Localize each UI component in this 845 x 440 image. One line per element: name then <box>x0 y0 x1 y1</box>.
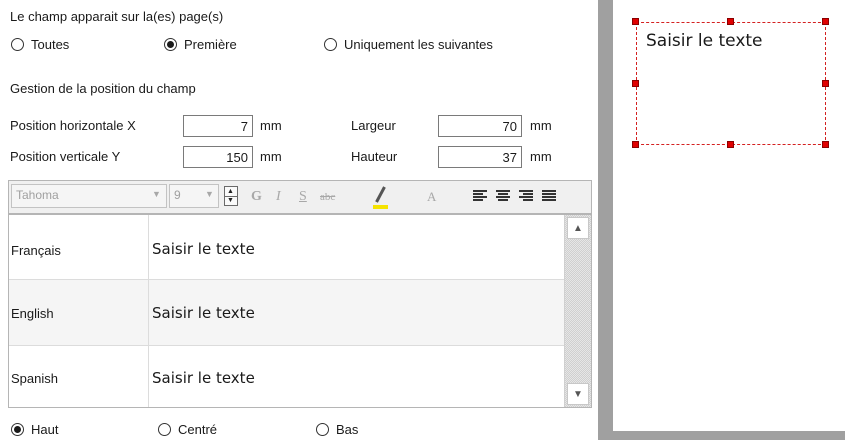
radio-circle <box>11 423 24 436</box>
horizontal-unit: mm <box>260 118 282 133</box>
column-divider <box>148 215 149 279</box>
vertical-position-label: Position verticale Y <box>10 149 121 164</box>
position-heading: Gestion de la position du champ <box>10 81 196 96</box>
vertical-position-input[interactable]: 150 <box>183 146 253 168</box>
column-divider <box>148 346 149 407</box>
radio-circle <box>316 423 329 436</box>
column-divider <box>148 280 149 345</box>
radio-first-page[interactable]: Première <box>164 37 237 52</box>
width-label: Largeur <box>351 118 396 133</box>
resize-handle-top[interactable] <box>727 18 734 25</box>
align-justify-icon[interactable] <box>542 190 556 202</box>
resize-handle-bottom-right[interactable] <box>822 141 829 148</box>
text-cell[interactable]: Saisir le texte <box>152 240 255 258</box>
resize-handle-right[interactable] <box>822 80 829 87</box>
height-unit: mm <box>530 149 552 164</box>
pages-heading: Le champ apparait sur la(es) page(s) <box>10 9 224 24</box>
font-family-select[interactable]: Tahoma <box>11 184 167 208</box>
vertical-scrollbar[interactable]: ▲ ▼ <box>564 215 591 407</box>
language-cell: Spanish <box>11 371 58 386</box>
language-cell: Français <box>11 243 61 258</box>
text-cell[interactable]: Saisir le texte <box>152 369 255 387</box>
highlight-swatch <box>373 205 388 209</box>
underline-icon[interactable]: S <box>299 189 307 205</box>
radio-circle <box>158 423 171 436</box>
preview-field-text: Saisir le texte <box>646 31 763 51</box>
width-unit: mm <box>530 118 552 133</box>
highlight-pen-icon[interactable] <box>371 185 391 209</box>
table-row[interactable]: English Saisir le texte <box>9 280 564 346</box>
radio-circle <box>324 38 337 51</box>
italic-icon[interactable]: I <box>276 189 281 205</box>
radio-align-top[interactable]: Haut <box>11 422 58 437</box>
height-label: Hauteur <box>351 149 398 164</box>
scroll-up-icon[interactable]: ▲ <box>567 217 589 239</box>
horizontal-position-label: Position horizontale X <box>10 118 136 133</box>
radio-following-pages[interactable]: Uniquement les suivantes <box>324 37 493 52</box>
font-family-value: Tahoma <box>16 188 59 202</box>
radio-circle <box>164 38 177 51</box>
resize-handle-bottom[interactable] <box>727 141 734 148</box>
scroll-down-icon[interactable]: ▼ <box>567 383 589 405</box>
resize-handle-left[interactable] <box>632 80 639 87</box>
radio-selected-dot <box>14 426 21 433</box>
align-center-icon[interactable] <box>496 190 510 202</box>
height-input[interactable]: 37 <box>438 146 522 168</box>
radio-selected-dot <box>167 41 174 48</box>
align-left-icon[interactable] <box>473 190 487 202</box>
spin-down-icon: ▼ <box>227 197 234 204</box>
radio-label: Centré <box>178 422 218 437</box>
radio-align-bottom[interactable]: Bas <box>316 422 358 437</box>
font-size-value: 9 <box>174 188 181 202</box>
radio-label: Première <box>184 37 237 52</box>
pen-stroke <box>375 186 386 203</box>
radio-label: Toutes <box>31 37 70 52</box>
table-row[interactable]: Spanish Saisir le texte <box>9 346 564 407</box>
radio-label: Bas <box>336 422 359 437</box>
translation-grid: Français Saisir le texte English Saisir … <box>8 214 592 408</box>
radio-circle <box>11 38 24 51</box>
table-row[interactable]: Français Saisir le texte <box>9 215 564 280</box>
font-color-icon[interactable]: A <box>427 189 436 205</box>
vertical-unit: mm <box>260 149 282 164</box>
chevron-down-icon[interactable]: ▼ <box>152 189 161 199</box>
resize-handle-top-right[interactable] <box>822 18 829 25</box>
horizontal-position-input[interactable]: 7 <box>183 115 253 137</box>
radio-all-pages[interactable]: Toutes <box>11 37 69 52</box>
width-input[interactable]: 70 <box>438 115 522 137</box>
radio-label: Haut <box>31 422 59 437</box>
spin-up-icon: ▲ <box>227 188 234 195</box>
align-right-icon[interactable] <box>519 190 533 202</box>
chevron-down-icon[interactable]: ▼ <box>205 189 214 199</box>
resize-handle-bottom-left[interactable] <box>632 141 639 148</box>
strikethrough-icon[interactable]: abc <box>320 191 335 203</box>
text-cell[interactable]: Saisir le texte <box>152 304 255 322</box>
radio-label: Uniquement les suivantes <box>344 37 493 52</box>
language-cell: English <box>11 306 54 321</box>
radio-align-center[interactable]: Centré <box>158 422 217 437</box>
format-toolbar: Tahoma ▼ 9 ▼ ▲ ▼ G I S abc A <box>8 180 592 214</box>
spin-icon[interactable]: ▲ ▼ <box>224 186 238 206</box>
bold-icon[interactable]: G <box>251 189 262 205</box>
resize-handle-top-left[interactable] <box>632 18 639 25</box>
